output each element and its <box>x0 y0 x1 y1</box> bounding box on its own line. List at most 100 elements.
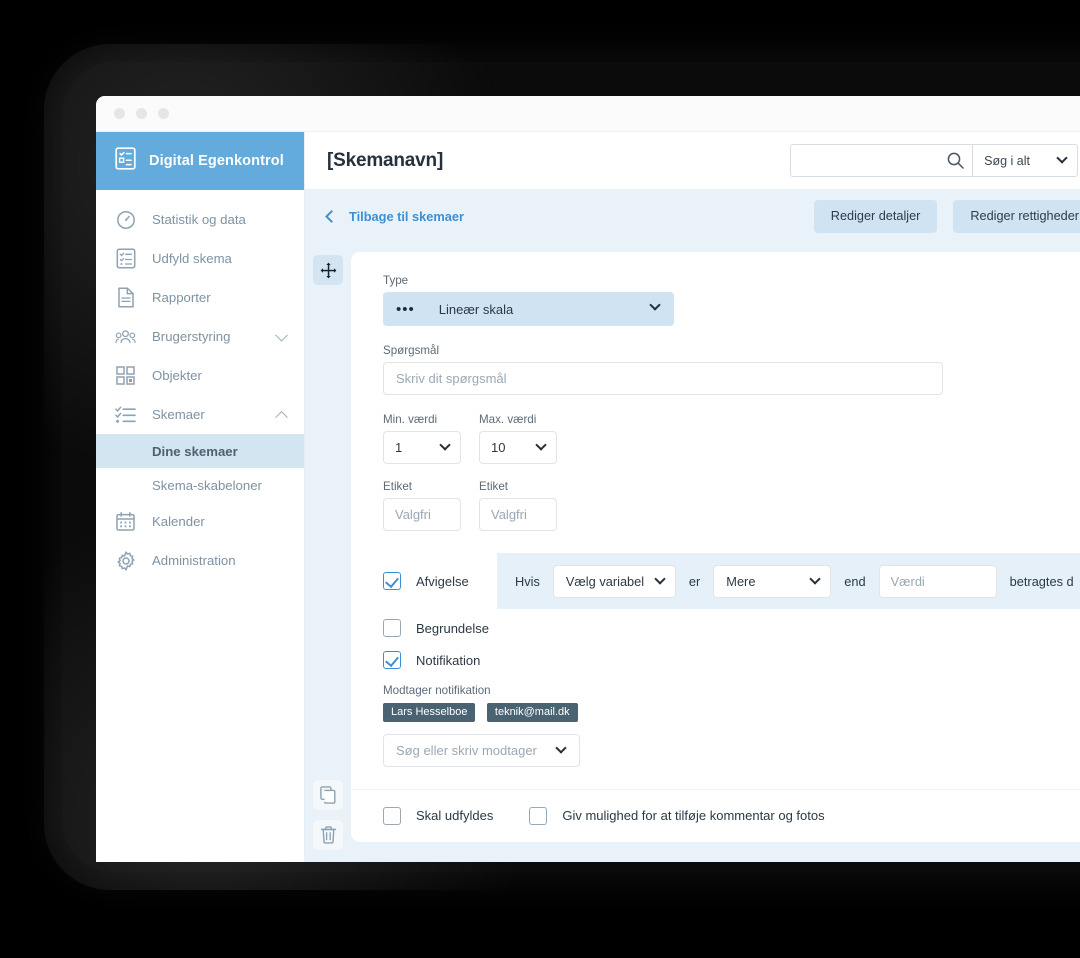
checklist-icon <box>115 404 136 425</box>
sidebar-subitem-dine-skemaer[interactable]: Dine skemaer <box>96 434 304 468</box>
condition-trailing-text: betragtes d <box>1009 573 1074 589</box>
type-field-group: Type ••• Lineær skala <box>351 274 1080 326</box>
condition-value-input[interactable] <box>878 564 997 598</box>
card-divider <box>351 788 1080 790</box>
chevron-down-icon <box>535 439 547 451</box>
required-checkbox[interactable] <box>383 806 401 825</box>
condition-if-text: Hvis <box>515 573 540 589</box>
brand-header: Digital Egenkontrol <box>96 132 304 190</box>
reason-checkbox[interactable] <box>383 619 401 637</box>
recipients-group: Modtager notifikation Lars Hesselboe tek… <box>351 684 1080 767</box>
back-to-schemas-link[interactable]: Tilbage til skemaer <box>325 208 464 224</box>
search-scope-dropdown[interactable]: Søg i alt <box>973 145 1077 176</box>
question-field-group: Spørgsmål <box>351 344 1080 395</box>
main-header: [Skemanavn] Søg i alt <box>305 132 1080 190</box>
edit-permissions-button[interactable]: Rediger rettigheder <box>953 199 1080 233</box>
page-title: [Skemanavn] <box>327 149 444 171</box>
deviation-label: Afvigelse <box>416 573 469 589</box>
deviation-checkbox-row[interactable]: Afvigelse <box>383 572 469 590</box>
min-value-select[interactable]: 1 <box>383 431 461 464</box>
sidebar-item-label: Kalender <box>152 514 205 529</box>
users-icon <box>115 326 136 347</box>
sidebar-item-skemaer[interactable]: Skemaer <box>96 395 304 434</box>
sidebar-item-administration[interactable]: Administration <box>96 541 304 580</box>
notification-checkbox[interactable] <box>383 651 401 669</box>
question-type-value: Lineær skala <box>438 301 514 317</box>
max-etiket-input[interactable] <box>479 498 557 531</box>
condition-variable-value: Vælg variabel <box>565 573 645 589</box>
recipient-tags: Lars Hesselboe teknik@mail.dk <box>383 702 1080 722</box>
sidebar-subitem-skema-skabeloner[interactable]: Skema-skabeloner <box>96 468 304 502</box>
sidebar-item-label: Administration <box>152 553 236 568</box>
reason-label: Begrundelse <box>416 620 489 636</box>
form-editor-canvas: Type ••• Lineær skala Spørgsmål Skriv di… <box>305 242 1080 862</box>
sidebar-item-objekter[interactable]: Objekter <box>96 356 304 395</box>
question-options-row: Skal udfyldes Giv mulighed for at tilføj… <box>351 806 1080 825</box>
deviation-condition-panel: Hvis Vælg variabel er Mere end Værdi bet… <box>497 553 1080 609</box>
required-label: Skal udfyldes <box>416 808 494 823</box>
deviation-checkbox[interactable] <box>383 572 401 590</box>
sidebar-subitem-label: Dine skemaer <box>152 443 238 459</box>
sidebar-item-brugerstyring[interactable]: Brugerstyring <box>96 317 304 356</box>
max-etiket-label: Etiket <box>479 480 508 493</box>
min-value-text: 1 <box>395 440 403 455</box>
global-search: Søg i alt <box>790 144 1078 177</box>
max-value-select[interactable]: 10 <box>479 431 557 464</box>
search-input[interactable] <box>791 145 940 176</box>
delete-question-button[interactable] <box>313 820 343 850</box>
duplicate-question-button[interactable] <box>313 780 343 810</box>
window-minimize-dot[interactable] <box>136 108 147 119</box>
back-link-label: Tilbage til skemaer <box>349 208 464 224</box>
chevron-left-icon <box>325 209 338 223</box>
chevron-down-icon <box>654 572 666 585</box>
min-value-group: Min. værdi 1 <box>383 413 461 464</box>
main-area: [Skemanavn] Søg i alt Tilbage til skemae… <box>305 132 1080 862</box>
type-label: Type <box>383 274 409 287</box>
sidebar-item-label: Rapporter <box>152 290 211 305</box>
edit-details-button[interactable]: Rediger detaljer <box>813 199 938 233</box>
trash-icon <box>320 826 336 844</box>
allow-comment-checkbox-row[interactable]: Giv mulighed for at tilføje kommentar og… <box>529 806 825 825</box>
chevron-down-icon <box>275 328 288 342</box>
scale-labels-group: Etiket Etiket <box>351 480 1080 531</box>
question-type-select[interactable]: ••• Lineær skala <box>383 292 674 326</box>
drag-handle[interactable] <box>313 255 343 285</box>
min-etiket-input[interactable] <box>383 498 461 531</box>
search-scope-label: Søg i alt <box>984 153 1030 168</box>
chevron-down-icon <box>555 741 567 754</box>
notification-checkbox-row[interactable]: Notifikation <box>351 651 1080 669</box>
question-input[interactable] <box>383 362 943 395</box>
question-label: Spørgsmål <box>383 344 440 357</box>
window-maximize-dot[interactable] <box>158 108 169 119</box>
condition-variable-select[interactable]: Vælg variabel <box>552 564 676 598</box>
sidebar-item-label: Statistik og data <box>152 212 246 227</box>
chevron-down-icon <box>439 439 451 451</box>
gear-icon <box>115 550 136 571</box>
reason-checkbox-row[interactable]: Begrundelse <box>351 619 1080 637</box>
sidebar-item-label: Objekter <box>152 368 202 383</box>
sidebar: Digital Egenkontrol Statistik og data Ud… <box>96 132 305 862</box>
recipient-search-select[interactable]: Søg eller skriv modtager <box>383 733 580 767</box>
allow-comment-checkbox[interactable] <box>529 806 548 825</box>
search-icon[interactable] <box>939 145 974 176</box>
recipients-label: Modtager notifikation <box>383 684 491 697</box>
sidebar-item-statistik[interactable]: Statistik og data <box>96 200 304 239</box>
recipient-tag[interactable]: Lars Hesselboe <box>383 702 476 722</box>
recipient-tag[interactable]: teknik@mail.dk <box>486 702 578 722</box>
question-card: Type ••• Lineær skala Spørgsmål Skriv di… <box>351 252 1080 842</box>
condition-operator-select[interactable]: Mere <box>713 564 832 598</box>
sidebar-subitem-label: Skema-skabeloner <box>152 477 262 493</box>
sidebar-item-kalender[interactable]: Kalender <box>96 502 304 541</box>
form-list-icon <box>115 248 136 269</box>
clipboard-checklist-icon <box>115 147 136 175</box>
window-close-dot[interactable] <box>114 108 125 119</box>
deviation-row: Afvigelse Hvis Vælg variabel er Mere end… <box>351 553 1080 609</box>
question-editor-row: Type ••• Lineær skala Spørgsmål Skriv di… <box>305 252 1080 850</box>
required-checkbox-row[interactable]: Skal udfyldes <box>383 806 494 825</box>
sidebar-item-udfyld-skema[interactable]: Udfyld skema <box>96 239 304 278</box>
window-body: Digital Egenkontrol Statistik og data Ud… <box>96 132 1080 862</box>
sidebar-item-rapporter[interactable]: Rapporter <box>96 278 304 317</box>
move-arrows-icon <box>320 262 336 278</box>
sidebar-item-label: Udfyld skema <box>152 251 232 266</box>
notification-label: Notifikation <box>416 652 481 668</box>
